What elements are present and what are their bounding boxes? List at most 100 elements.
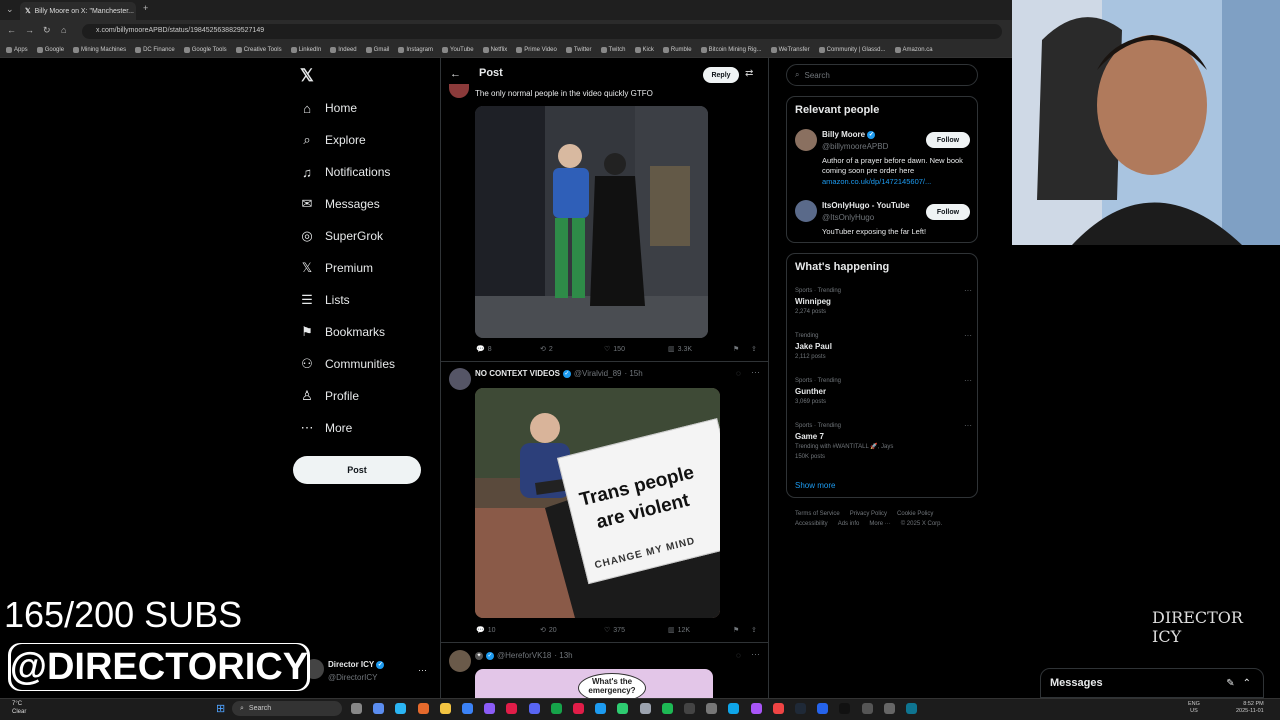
- post1-like[interactable]: ♡ 150: [604, 345, 625, 354]
- trend-item[interactable]: Sports · Trending Gunther 3,069 posts ···: [795, 376, 972, 407]
- person-avatar[interactable]: [795, 129, 817, 151]
- bookmark-item[interactable]: DC Finance: [135, 46, 175, 53]
- nav-item-home[interactable]: ⌂ Home: [300, 93, 357, 123]
- taskbar-app-icon[interactable]: [417, 703, 429, 714]
- back-arrow-icon[interactable]: ←: [450, 68, 461, 80]
- bookmark-item[interactable]: Apps: [6, 46, 28, 53]
- bookmark-item[interactable]: Twitter: [565, 46, 592, 53]
- person-name[interactable]: ItsOnlyHugo - YouTube: [822, 201, 910, 210]
- bookmark-item[interactable]: Twitch: [600, 46, 626, 53]
- post-more-icon[interactable]: ···: [751, 649, 760, 659]
- clock[interactable]: 8:52 PM 2025-11-01: [1236, 701, 1264, 715]
- post2-like[interactable]: ♡ 375: [604, 626, 625, 635]
- post2-author[interactable]: NO CONTEXT VIDEOS: [475, 369, 560, 378]
- bookmark-item[interactable]: Rumble: [662, 46, 692, 53]
- bookmark-item[interactable]: Kick: [634, 46, 654, 53]
- taskbar-app-icon[interactable]: [839, 703, 851, 714]
- taskbar-app-icon[interactable]: [528, 703, 540, 714]
- windows-start-icon[interactable]: ⊞: [216, 702, 225, 715]
- bookmark-item[interactable]: YouTube: [442, 46, 474, 53]
- taskbar-app-icon[interactable]: [617, 703, 629, 714]
- nav-item-notifications[interactable]: ♫ Notifications: [300, 157, 390, 187]
- taskbar-app-icon[interactable]: [373, 703, 385, 714]
- taskbar-app-icon[interactable]: [439, 703, 451, 714]
- taskbar-app-icon[interactable]: [883, 703, 895, 714]
- nav-item-bookmarks[interactable]: ⚑ Bookmarks: [300, 317, 385, 347]
- taskbar-app-icon[interactable]: [395, 703, 407, 714]
- post1-views[interactable]: ▥ 3.3K: [668, 345, 692, 354]
- reply-button[interactable]: Reply: [703, 67, 739, 83]
- follow-button[interactable]: Follow: [926, 132, 970, 148]
- taskbar-app-icon[interactable]: [484, 703, 496, 714]
- taskbar-app-icon[interactable]: [706, 703, 718, 714]
- trend-item[interactable]: Sports · Trending Winnipeg 2,274 posts ···: [795, 286, 972, 317]
- grok-icon[interactable]: ◌: [736, 369, 741, 378]
- weather-widget[interactable]: 7°C Clear: [12, 700, 26, 716]
- bookmark-item[interactable]: Community | Glassd...: [818, 46, 886, 53]
- nav-item-profile[interactable]: ♙ Profile: [300, 381, 359, 411]
- trend-more-icon[interactable]: ···: [964, 421, 972, 430]
- nav-item-premium[interactable]: 𝕏 Premium: [300, 253, 373, 283]
- bookmark-icon[interactable]: ⚑: [733, 345, 739, 353]
- tab-list-icon[interactable]: ⌄: [6, 4, 14, 15]
- footer-link[interactable]: Cookie Policy: [897, 511, 933, 517]
- trend-more-icon[interactable]: ···: [964, 376, 972, 385]
- footer-link[interactable]: More ···: [869, 521, 890, 527]
- bookmark-item[interactable]: Instagram: [398, 46, 433, 53]
- post2-repost[interactable]: ⟲ 20: [540, 626, 557, 635]
- show-more-link[interactable]: Show more: [795, 481, 835, 490]
- bookmark-item[interactable]: Bitcoin Mining Rig...: [700, 46, 762, 53]
- forward-icon[interactable]: →: [25, 25, 34, 35]
- taskbar-app-icon[interactable]: [772, 703, 784, 714]
- grok-icon[interactable]: ◌: [736, 651, 741, 660]
- bookmark-item[interactable]: WeTransfer: [770, 46, 810, 53]
- taskbar-app-icon[interactable]: [462, 703, 473, 714]
- bookmark-item[interactable]: Gmail: [365, 46, 389, 53]
- share-icon[interactable]: ⇪: [751, 345, 757, 353]
- reload-icon[interactable]: ↻: [43, 25, 51, 36]
- post2-handle[interactable]: @Viralvid_89: [574, 369, 622, 378]
- taskbar-app-icon[interactable]: [573, 703, 584, 714]
- search-box[interactable]: ⌕ Search: [786, 64, 978, 86]
- share-icon[interactable]: ⇪: [751, 626, 757, 634]
- nav-item-messages[interactable]: ✉ Messages: [300, 189, 380, 219]
- footer-link[interactable]: Terms of Service: [795, 511, 840, 517]
- post3-time[interactable]: · 13h: [554, 651, 572, 660]
- trend-more-icon[interactable]: ···: [964, 331, 972, 340]
- taskbar-app-icon[interactable]: [728, 703, 740, 714]
- bookmark-item[interactable]: Google: [36, 46, 64, 53]
- footer-link[interactable]: Accessibility: [795, 521, 828, 527]
- post1-reply[interactable]: 💬 8: [476, 345, 492, 354]
- person-name[interactable]: Billy Moore ✓: [822, 130, 876, 139]
- post3-handle[interactable]: @HereforVK18: [497, 651, 551, 660]
- trend-item[interactable]: Trending Jake Paul 2,112 posts ···: [795, 331, 972, 362]
- taskbar-app-icon[interactable]: [906, 703, 917, 714]
- x-logo-icon[interactable]: 𝕏: [300, 66, 314, 86]
- post1-repost[interactable]: ⟲ 2: [540, 345, 553, 354]
- post3-avatar[interactable]: [449, 650, 471, 672]
- nav-item-explore[interactable]: ⌕ Explore: [300, 125, 365, 155]
- trend-more-icon[interactable]: ···: [964, 286, 972, 295]
- bookmark-item[interactable]: Creative Tools: [235, 46, 282, 53]
- taskbar-app-icon[interactable]: [861, 703, 873, 714]
- post3-image[interactable]: What's the emergency?: [475, 669, 713, 698]
- bookmark-item[interactable]: Netflix: [482, 46, 507, 53]
- nav-item-lists[interactable]: ☰ Lists: [300, 285, 350, 315]
- taskbar-app-icon[interactable]: [817, 703, 829, 714]
- settings-sliders-icon[interactable]: ⇄: [745, 68, 753, 79]
- footer-link[interactable]: Privacy Policy: [850, 511, 887, 517]
- taskbar-app-icon[interactable]: [351, 703, 362, 714]
- compose-message-icon[interactable]: ✎: [1226, 678, 1234, 689]
- messages-drawer[interactable]: Messages ✎ ⌃: [1040, 668, 1264, 698]
- nav-item-supergrok[interactable]: ◎ SuperGrok: [300, 221, 383, 251]
- taskbar-app-icon[interactable]: [795, 703, 806, 714]
- person-link[interactable]: amazon.co.uk/dp/1472145607/...: [822, 177, 931, 186]
- person-avatar[interactable]: [795, 200, 817, 222]
- expand-icon[interactable]: ⌃: [1243, 678, 1251, 689]
- post2-time[interactable]: · 15h: [624, 369, 642, 378]
- post2-reply[interactable]: 💬 10: [476, 626, 496, 635]
- post-more-icon[interactable]: ···: [751, 367, 760, 377]
- trend-item[interactable]: Sports · Trending Game 7 Trending with #WA…: [795, 421, 972, 462]
- bookmark-icon[interactable]: ⚑: [733, 626, 739, 634]
- bookmark-item[interactable]: Google Tools: [183, 46, 227, 53]
